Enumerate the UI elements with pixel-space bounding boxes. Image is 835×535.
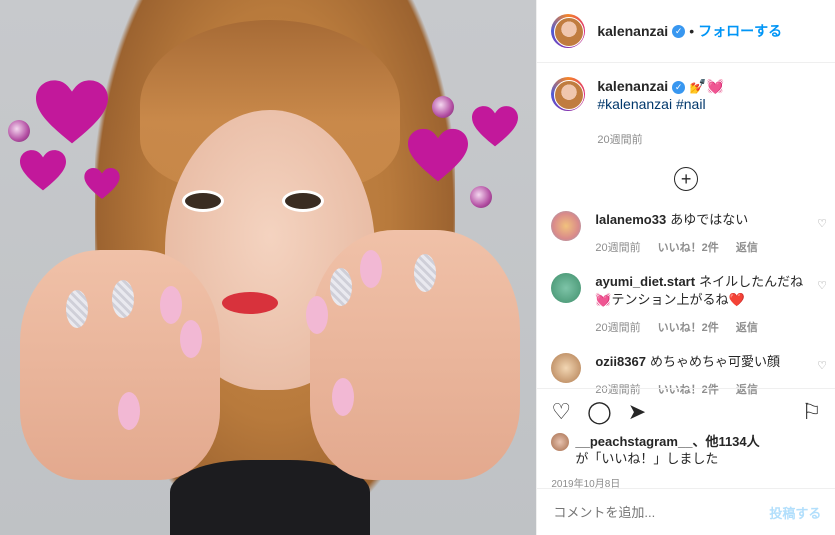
caption-emoji: 💅💓 (689, 78, 724, 94)
comment-heart-icon[interactable]: ♡ (817, 359, 827, 372)
sticker-heart (36, 80, 108, 144)
likes-suffix: が「いいね！」しました (575, 451, 719, 466)
comment-username[interactable]: ayumi_diet.start (595, 274, 695, 289)
comment-avatar[interactable] (551, 211, 582, 241)
separator-dot: • (689, 23, 695, 39)
follow-button[interactable]: フォローする (698, 21, 782, 41)
author-username[interactable]: kalenanzai (597, 23, 668, 39)
comment-time: 20週間前 (595, 242, 641, 254)
lips (222, 292, 278, 314)
like-heart-icon[interactable]: ♡ (551, 399, 571, 425)
likes-count[interactable]: 、他1134人 (692, 434, 759, 449)
nail-pink (180, 320, 202, 358)
sticker-heart (472, 106, 518, 147)
comment-likes[interactable]: いいね！2件 (658, 322, 719, 334)
comment-heart-icon[interactable]: ♡ (817, 217, 827, 230)
comment-composer: 投稿する (537, 488, 835, 535)
verified-icon: ✓ (672, 24, 686, 38)
post-photo[interactable] (0, 0, 537, 535)
comment-bubble-icon[interactable]: ◯ (587, 399, 612, 425)
reply-button[interactable]: 返信 (736, 322, 758, 334)
sticker-heart (84, 168, 120, 199)
nail-glitter (112, 280, 134, 318)
nail-pink (160, 286, 182, 324)
liker-avatar[interactable] (551, 433, 570, 451)
sticker-gem (470, 186, 492, 208)
action-bar: ♡ ◯ ➤ ⚐ __peachstagram__、他1134人 が「いいね！」し… (537, 388, 835, 490)
comment-avatar[interactable] (551, 273, 582, 303)
nail-pink (306, 296, 328, 334)
caption-avatar[interactable] (551, 77, 586, 111)
comment-heart-icon[interactable]: ♡ (817, 279, 827, 292)
comment-text: あゆではない (670, 212, 749, 227)
post-panel: kalenanzai ✓ • フォローする kalenanzai ✓ 💅💓 #ka… (536, 0, 835, 535)
load-more-comments-button[interactable]: + (674, 167, 699, 191)
nail-pink (118, 392, 140, 430)
nail-pink (360, 250, 382, 288)
share-paper-plane-icon[interactable]: ➤ (628, 399, 646, 425)
post-date: 2019年10月8日 (551, 479, 621, 490)
post-header: kalenanzai ✓ • フォローする (537, 0, 835, 63)
caption-hashtags[interactable]: #kalenanzai #nail (597, 96, 705, 112)
sticker-gem (8, 120, 30, 142)
post-comment-button[interactable]: 投稿する (769, 503, 821, 522)
comment-avatar[interactable] (551, 353, 582, 383)
liker-username[interactable]: __peachstagram__ (575, 434, 692, 449)
right-eye (282, 190, 324, 212)
comment-time: 20週間前 (595, 322, 641, 334)
caption-time: 20週間前 (597, 134, 643, 146)
caption-username[interactable]: kalenanzai (597, 78, 668, 94)
sticker-gem (432, 96, 454, 118)
nail-glitter (66, 290, 88, 328)
comment-text: めちゃめちゃ可愛い顔 (649, 354, 780, 369)
comment-item: lalanemo33 あゆではない 20週間前 いいね！2件 返信 ♡ (537, 211, 835, 257)
save-bookmark-icon[interactable]: ⚐ (802, 399, 822, 425)
verified-icon: ✓ (672, 80, 686, 94)
comment-likes[interactable]: いいね！2件 (658, 242, 719, 254)
caption: kalenanzai ✓ 💅💓 #kalenanzai #nail 20週間前 (537, 63, 835, 149)
nail-pink (332, 378, 354, 416)
sticker-heart (408, 128, 468, 182)
author-avatar[interactable] (551, 14, 586, 48)
shirt (170, 460, 370, 535)
comment-input[interactable] (551, 503, 770, 521)
likes-summary: __peachstagram__、他1134人 が「いいね！」しました (537, 425, 835, 467)
sticker-heart (20, 150, 66, 191)
comment-username[interactable]: lalanemo33 (595, 212, 666, 227)
reply-button[interactable]: 返信 (736, 242, 758, 254)
comment-username[interactable]: ozii8367 (595, 354, 646, 369)
nail-glitter (330, 268, 352, 306)
nail-glitter (414, 254, 436, 292)
comment-item: ayumi_diet.start ネイルしたんだね💓テンション上がるね❤️ 20週… (537, 273, 835, 337)
left-eye (182, 190, 224, 212)
